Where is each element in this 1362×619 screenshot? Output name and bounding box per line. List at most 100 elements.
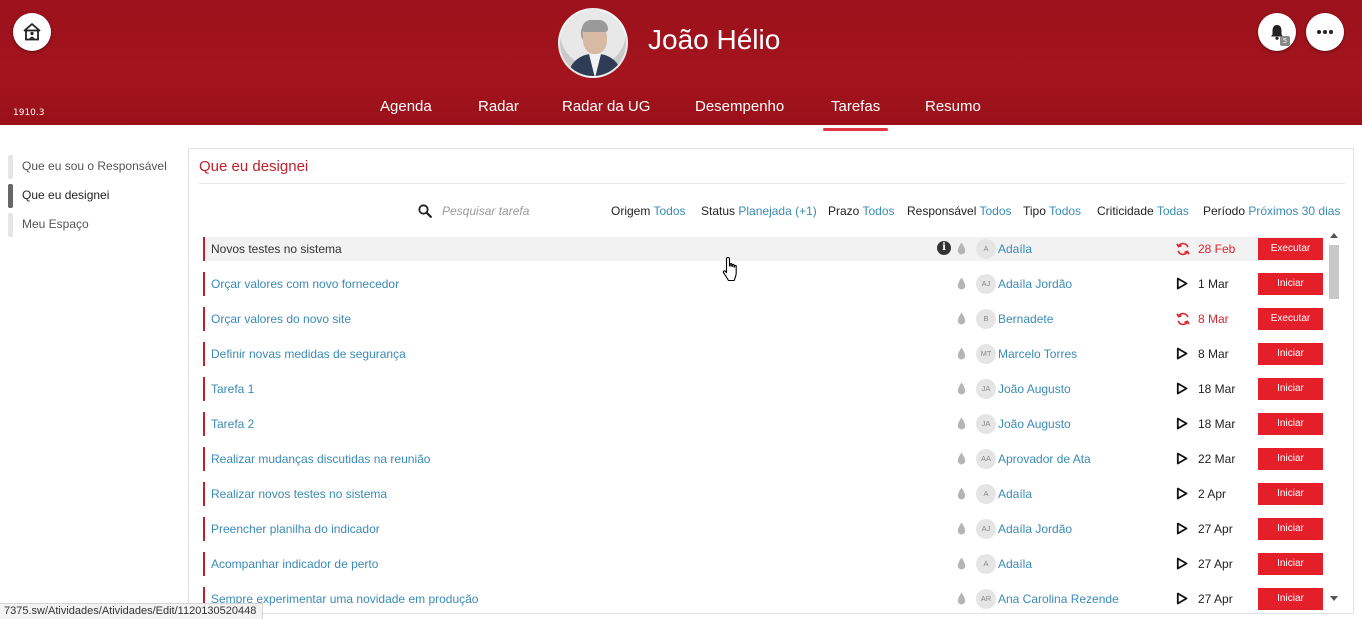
sidebar-item-responsavel[interactable]: Que eu sou o Responsável [8, 155, 183, 184]
avatar: A [976, 484, 996, 504]
execute-button[interactable]: Executar [1258, 308, 1323, 330]
more-options-button[interactable] [1306, 13, 1344, 51]
search-input[interactable] [442, 202, 592, 220]
play-icon [1176, 277, 1188, 290]
drop-icon [957, 592, 966, 605]
task-row[interactable]: Sempre experimentar uma novidade em prod… [203, 587, 1323, 611]
avatar: MT [976, 344, 996, 364]
priority-bar [203, 482, 205, 506]
task-row[interactable]: Realizar novos testes no sistema A Adaíla 2… [203, 482, 1323, 506]
filter-tipo[interactable]: Tipo Todos [1023, 204, 1081, 218]
start-button[interactable]: Iniciar [1258, 553, 1323, 575]
responsible-link[interactable]: Ana Carolina Rezende [998, 592, 1119, 606]
task-title-link[interactable]: Tarefa 1 [211, 382, 254, 396]
responsible-link[interactable]: Adaíla Jordão [998, 277, 1072, 291]
filter-responsavel[interactable]: Responsável Todos [907, 204, 1012, 218]
task-title-link[interactable]: Orçar valores com novo fornecedor [211, 277, 399, 291]
scrollbar[interactable] [1327, 229, 1341, 605]
task-title-link[interactable]: Novos testes no sistema [211, 242, 342, 256]
status-bar-url: 7375.sw/Atividades/Atividades/Edit/11201… [0, 603, 264, 619]
task-row[interactable]: Novos testes no sistema i A Adaíla 28 Feb Exe… [203, 237, 1323, 261]
notifications-button[interactable]: 5 [1258, 13, 1296, 51]
filter-prazo[interactable]: Prazo Todos [828, 204, 895, 218]
sidebar-item-meu-espaco[interactable]: Meu Espaço [8, 213, 183, 242]
sidebar: Que eu sou o Responsável Que eu designei… [8, 155, 183, 242]
home-button[interactable] [13, 13, 51, 51]
scroll-up-icon[interactable] [1330, 233, 1338, 238]
responsible-link[interactable]: João Augusto [998, 417, 1071, 431]
scroll-down-icon[interactable] [1330, 596, 1338, 601]
info-icon[interactable]: i [937, 241, 951, 255]
task-row[interactable]: Tarefa 2 JA João Augusto 18 Mar Iniciar [203, 412, 1323, 436]
responsible-link[interactable]: Aprovador de Ata [998, 452, 1091, 466]
start-button[interactable]: Iniciar [1258, 343, 1323, 365]
play-icon [1176, 592, 1188, 605]
responsible-link[interactable]: Adaíla [998, 557, 1032, 571]
scroll-thumb[interactable] [1329, 245, 1339, 299]
start-button[interactable]: Iniciar [1258, 413, 1323, 435]
start-button[interactable]: Iniciar [1258, 448, 1323, 470]
start-button[interactable]: Iniciar [1258, 588, 1323, 610]
responsible-link[interactable]: Adaíla Jordão [998, 522, 1072, 536]
task-row[interactable]: Definir novas medidas de segurança MT Marc… [203, 342, 1323, 366]
task-title-link[interactable]: Realizar mudanças discutidas na reunião [211, 452, 430, 466]
avatar: JA [976, 379, 996, 399]
responsible-link[interactable]: Bernadete [998, 312, 1053, 326]
user-avatar[interactable] [558, 8, 628, 78]
filter-bar: Origem Todos Status Planejada (+1) Prazo… [189, 202, 1353, 220]
responsible-link[interactable]: Adaíla [998, 487, 1032, 501]
due-date: 18 Mar [1198, 417, 1236, 431]
responsible-link[interactable]: João Augusto [998, 382, 1071, 396]
play-icon [1176, 522, 1188, 535]
tab-agenda[interactable]: Agenda [380, 98, 432, 115]
task-row[interactable]: Tarefa 1 JA João Augusto 18 Mar Iniciar [203, 377, 1323, 401]
task-row[interactable]: Realizar mudanças discutidas na reunião A… [203, 447, 1323, 471]
start-button[interactable]: Iniciar [1258, 483, 1323, 505]
filter-origem[interactable]: Origem Todos [611, 204, 686, 218]
play-icon [1176, 557, 1188, 570]
start-button[interactable]: Iniciar [1258, 378, 1323, 400]
filter-periodo[interactable]: Período Próximos 30 dias [1203, 204, 1340, 218]
task-row[interactable]: Orçar valores do novo site B Bernadete 8 Ma… [203, 307, 1323, 331]
filter-status[interactable]: Status Planejada (+1) [701, 204, 817, 218]
task-title-link[interactable]: Acompanhar indicador de perto [211, 557, 378, 571]
start-button[interactable]: Iniciar [1258, 518, 1323, 540]
due-date: 28 Feb [1198, 242, 1236, 256]
task-row[interactable]: Preencher planilha do indicador AJ Adaíla … [203, 517, 1323, 541]
drop-icon [957, 277, 966, 290]
tab-tarefas[interactable]: Tarefas [822, 98, 889, 131]
panel-title: Que eu designei [199, 158, 309, 175]
due-date: 1 Mar [1198, 277, 1229, 291]
sidebar-item-designei[interactable]: Que eu designei [8, 184, 183, 213]
notification-badge: 5 [1280, 36, 1290, 46]
hand-cursor-icon [722, 256, 737, 282]
responsible-link[interactable]: Marcelo Torres [998, 347, 1077, 361]
priority-bar [203, 342, 205, 366]
responsible-link[interactable]: Adaíla [998, 242, 1032, 256]
tab-radar[interactable]: Radar [478, 98, 519, 115]
tasks-panel: Que eu designei Origem Todos Status Plan… [188, 148, 1354, 614]
due-date: 27 Apr [1198, 522, 1233, 536]
priority-bar [203, 447, 205, 471]
task-title-link[interactable]: Tarefa 2 [211, 417, 254, 431]
start-button[interactable]: Iniciar [1258, 273, 1323, 295]
filter-criticidade[interactable]: Criticidade Todas [1097, 204, 1189, 218]
drop-icon [957, 242, 966, 255]
task-row[interactable]: Acompanhar indicador de perto A Adaíla 27 A… [203, 552, 1323, 576]
execute-button[interactable]: Executar [1258, 238, 1323, 260]
more-icon [1317, 30, 1333, 34]
due-date: 27 Apr [1198, 557, 1233, 571]
task-title-link[interactable]: Preencher planilha do indicador [211, 522, 380, 536]
refresh-icon [1176, 242, 1190, 256]
tab-radar-da-ug[interactable]: Radar da UG [562, 98, 650, 115]
priority-bar [203, 517, 205, 541]
tab-desempenho[interactable]: Desempenho [695, 98, 784, 115]
task-title-link[interactable]: Realizar novos testes no sistema [211, 487, 387, 501]
drop-icon [957, 452, 966, 465]
task-title-link[interactable]: Orçar valores do novo site [211, 312, 351, 326]
task-title-link[interactable]: Definir novas medidas de segurança [211, 347, 406, 361]
divider [199, 183, 1345, 184]
play-icon [1176, 487, 1188, 500]
tab-resumo[interactable]: Resumo [925, 98, 981, 115]
task-row[interactable]: Orçar valores com novo fornecedor AJ Adaíl… [203, 272, 1323, 296]
